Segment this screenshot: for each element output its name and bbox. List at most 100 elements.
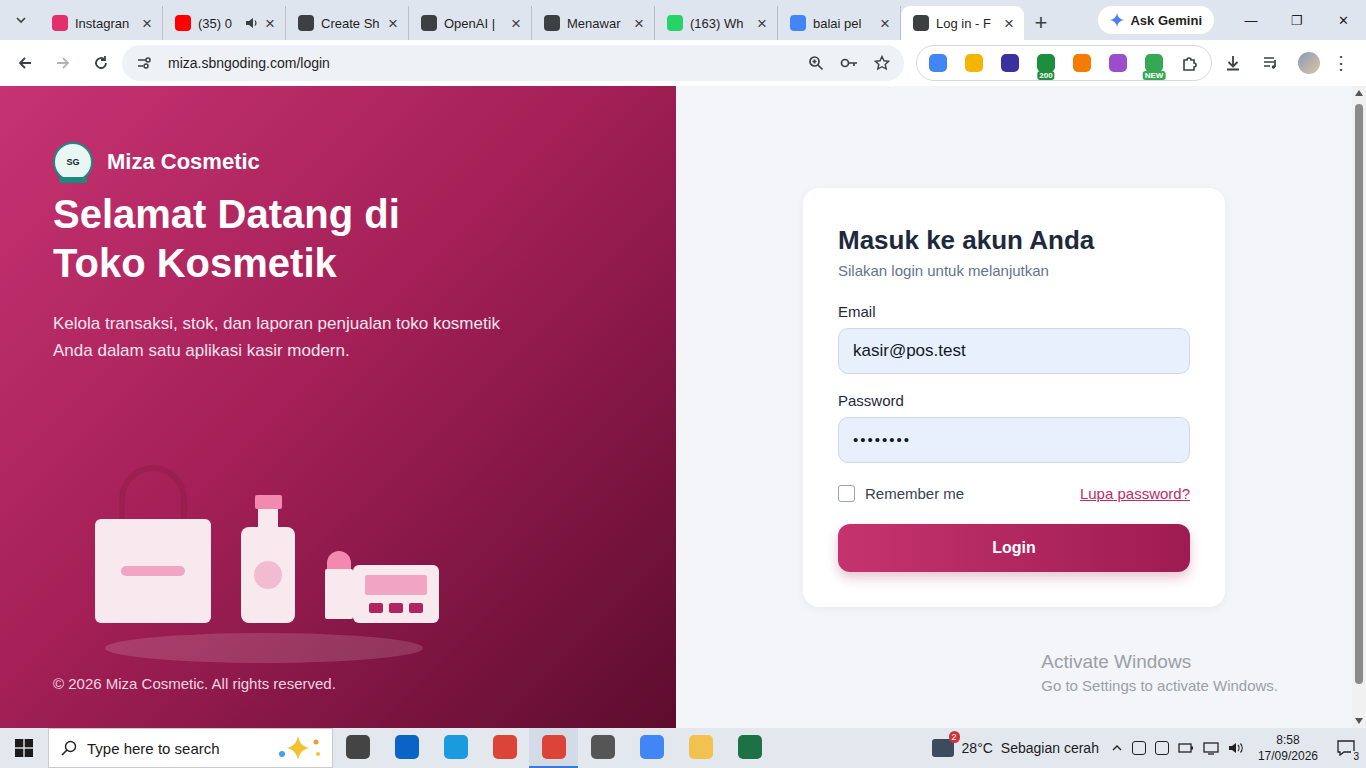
tab-close-button[interactable]: ×	[265, 15, 275, 32]
screen: Instagran×(35) 0×Create Sh×OpenAI |×Mena…	[0, 0, 1366, 768]
key-icon[interactable]	[840, 55, 858, 71]
reload-button[interactable]	[84, 46, 118, 80]
taskbar-app[interactable]	[431, 728, 480, 768]
forward-button[interactable]	[46, 46, 80, 80]
ask-gemini-button[interactable]: Ask Gemini	[1098, 6, 1214, 34]
tab-close-button[interactable]: ×	[142, 15, 152, 32]
extension-button[interactable]: NEW	[1139, 48, 1169, 78]
scroll-up-icon[interactable]	[1355, 90, 1363, 96]
volume-icon[interactable]	[1228, 741, 1244, 755]
favicon-icon	[421, 15, 437, 31]
tab-close-button[interactable]: ×	[757, 15, 767, 32]
app-icon	[493, 735, 517, 759]
text-input[interactable]: ••••••••	[838, 417, 1190, 463]
start-button[interactable]	[0, 728, 48, 768]
app-icon	[346, 735, 370, 759]
downloads-button[interactable]	[1216, 46, 1250, 80]
browser-tab[interactable]: OpenAI |×	[409, 6, 532, 40]
tray-app-icon[interactable]	[1155, 741, 1169, 755]
battery-icon[interactable]	[1178, 741, 1194, 755]
extension-button[interactable]: 200	[1031, 48, 1061, 78]
taskbar-app[interactable]	[627, 728, 676, 768]
new-tab-button[interactable]: +	[1024, 6, 1058, 40]
puzzle-icon	[1181, 54, 1199, 72]
network-icon[interactable]	[1203, 741, 1219, 755]
palette-icon	[353, 565, 439, 623]
app-icon	[591, 735, 615, 759]
taskbar-app[interactable]	[529, 728, 578, 768]
checkbox-box[interactable]	[838, 485, 855, 502]
window-controls: —❐✕	[1228, 0, 1366, 40]
logo-icon: SG	[53, 142, 93, 182]
extension-button[interactable]	[995, 48, 1025, 78]
url-text[interactable]: miza.sbngoding.com/login	[168, 55, 792, 71]
browser-tab[interactable]: Menawar×	[532, 6, 655, 40]
clock[interactable]: 8:5817/09/2026	[1258, 732, 1318, 764]
forgot-password-link[interactable]: Lupa password?	[1080, 485, 1190, 502]
remember-row: Remember me Lupa password?	[838, 485, 1190, 502]
taskbar-app[interactable]	[676, 728, 725, 768]
browser-tab[interactable]: Create Sh ×	[286, 6, 409, 40]
search-icon	[61, 740, 77, 756]
browser-tab[interactable]: Log in - F×	[901, 6, 1024, 40]
windows-logo-icon	[15, 739, 33, 757]
profile-avatar[interactable]	[1298, 52, 1320, 74]
tab-close-button[interactable]: ×	[511, 15, 521, 32]
chrome-menu-button[interactable]: ⋮	[1330, 52, 1352, 74]
scroll-thumb[interactable]	[1355, 104, 1363, 684]
app-icon	[738, 735, 762, 759]
remember-checkbox[interactable]: Remember me	[838, 485, 964, 502]
extension-button[interactable]	[1067, 48, 1097, 78]
back-button[interactable]	[8, 46, 42, 80]
address-bar[interactable]: miza.sbngoding.com/login	[122, 45, 904, 81]
site-settings-icon[interactable]	[136, 55, 152, 71]
speaker-icon[interactable]	[244, 16, 258, 30]
taskbar-apps	[333, 728, 774, 768]
tab-close-button[interactable]: ×	[1004, 15, 1014, 32]
extensions-menu-button[interactable]	[1175, 48, 1205, 78]
taskbar-app[interactable]	[480, 728, 529, 768]
scroll-down-icon[interactable]	[1355, 718, 1363, 724]
app-icon	[542, 735, 566, 759]
favicon-icon	[52, 15, 68, 31]
login-title: Masuk ke akun Anda	[838, 224, 1190, 256]
extension-button[interactable]	[959, 48, 989, 78]
browser-tab[interactable]: (163) Wh×	[655, 6, 778, 40]
window-control-button[interactable]: ❐	[1274, 0, 1320, 40]
taskbar-app[interactable]	[382, 728, 431, 768]
taskbar-app[interactable]	[725, 728, 774, 768]
logo-text: SG	[66, 157, 79, 167]
tab-search-button[interactable]	[8, 5, 34, 35]
browser-tab[interactable]: (35) 0×	[163, 6, 286, 40]
download-icon	[1224, 54, 1242, 72]
app-icon	[444, 735, 468, 759]
chevron-up-icon[interactable]	[1111, 742, 1123, 754]
window-control-button[interactable]: ✕	[1320, 0, 1366, 40]
app-icon	[640, 735, 664, 759]
notification-button[interactable]: 3	[1326, 728, 1366, 768]
tab-close-button[interactable]: ×	[880, 15, 890, 32]
taskbar-app[interactable]	[333, 728, 382, 768]
tab-label: Create Sh	[321, 16, 381, 31]
taskbar-app[interactable]	[578, 728, 627, 768]
tab-close-button[interactable]: ×	[634, 15, 644, 32]
window-control-button[interactable]: —	[1228, 0, 1274, 40]
weather-widget[interactable]: 228°CSebagian cerah	[932, 739, 1099, 757]
browser-tab[interactable]: balai pel ×	[778, 6, 901, 40]
tab-label: balai pel	[813, 16, 873, 31]
text-input[interactable]: kasir@pos.test	[838, 328, 1190, 374]
login-button[interactable]: Login	[838, 524, 1190, 572]
cosmetics-illustration	[95, 465, 439, 663]
favicon-icon	[298, 15, 314, 31]
zoom-icon[interactable]	[808, 55, 824, 71]
tray-app-icon[interactable]	[1132, 741, 1146, 755]
extension-button[interactable]	[923, 48, 953, 78]
media-button[interactable]	[1254, 46, 1288, 80]
browser-tab[interactable]: Instagran×	[40, 6, 163, 40]
scrollbar[interactable]	[1352, 86, 1366, 728]
taskbar-search[interactable]: Type here to search	[48, 728, 333, 768]
extension-button[interactable]	[1103, 48, 1133, 78]
star-icon[interactable]	[874, 55, 890, 71]
logo-ribbon	[59, 177, 87, 183]
tab-close-button[interactable]: ×	[388, 15, 398, 32]
